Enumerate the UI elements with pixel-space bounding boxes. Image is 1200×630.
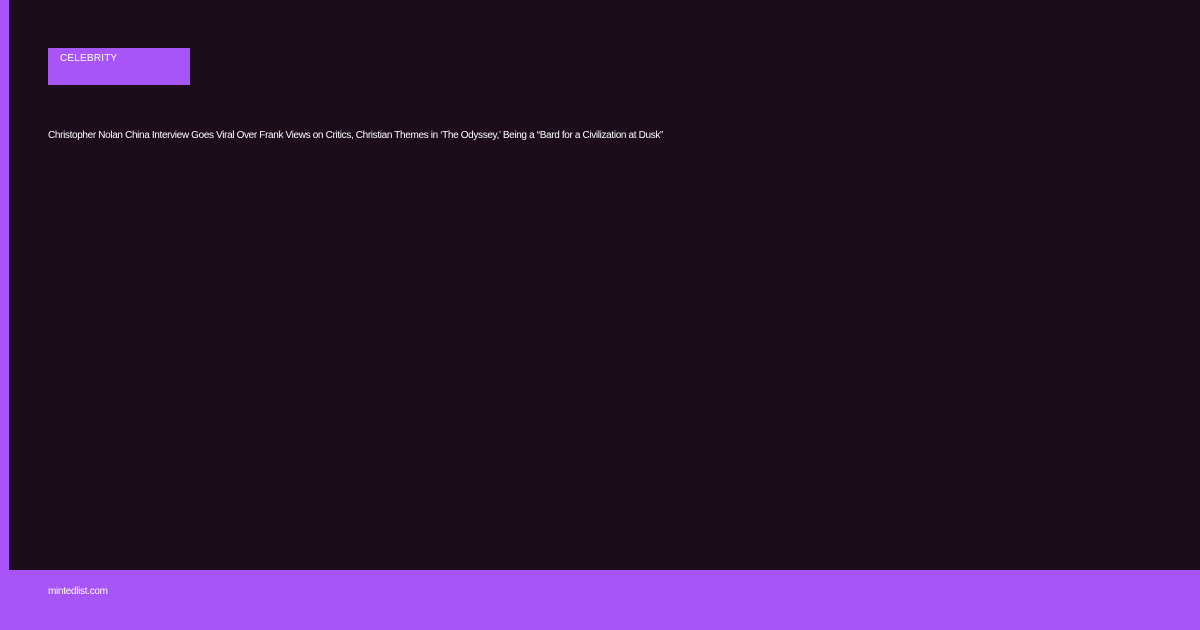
site-name: mintedlist.com [48,586,108,597]
category-label: CELEBRITY [60,53,118,64]
article-card[interactable]: CELEBRITY Christopher Nolan China Interv… [9,0,1200,570]
footer-bar: mintedlist.com [0,570,1200,630]
category-badge: CELEBRITY [48,48,190,85]
article-headline: Christopher Nolan China Interview Goes V… [48,130,663,141]
